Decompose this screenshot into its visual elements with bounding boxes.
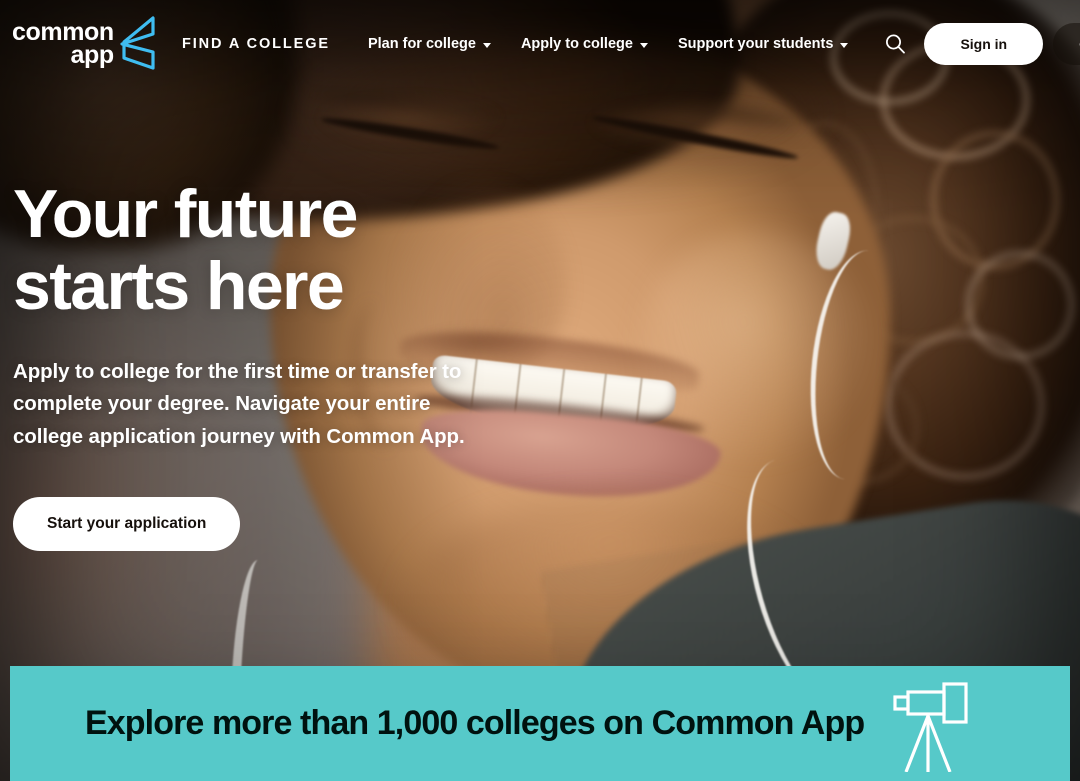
common-app-logo[interactable]: common app: [8, 9, 160, 79]
start-your-application-button[interactable]: Start your application: [13, 496, 241, 551]
hero-headline-line2: starts here: [13, 248, 345, 325]
common-app-ribbon-mark-icon: [120, 16, 155, 70]
explore-colleges-band[interactable]: Explore more than 1,000 colleges on Comm…: [10, 666, 1070, 781]
hero-headline-line1: Your future: [13, 176, 358, 252]
nav-item-plan-for-college[interactable]: Plan for college: [368, 36, 491, 52]
logo-line-app: app: [70, 41, 115, 69]
logo-wordmark: common app: [8, 20, 115, 69]
telescope-icon: [893, 681, 968, 772]
search-icon: [886, 34, 906, 54]
nav-links-group: FIND A COLLEGE Plan for college Apply to…: [182, 29, 924, 59]
top-navigation-bar: common app FIND A COLLEGE Plan for colle…: [0, 0, 1080, 88]
chevron-down-icon: [482, 42, 491, 48]
nav-item-label: Apply to college: [520, 36, 633, 52]
hero-subtitle: Apply to college for the first time or t…: [13, 360, 465, 448]
nav-find-a-college[interactable]: FIND A COLLEGE: [182, 36, 330, 52]
nav-item-label: Plan for college: [367, 36, 476, 52]
create-an-account-button[interactable]: Create an account: [1053, 23, 1080, 65]
common-app-homepage: common app FIND A COLLEGE Plan for colle…: [0, 0, 1080, 781]
nav-item-apply-to-college[interactable]: Apply to college: [521, 36, 648, 52]
sign-in-button[interactable]: Sign in: [924, 23, 1044, 65]
hero-headline: Your future starts here: [13, 178, 533, 322]
nav-actions-group: Sign in Create an account: [924, 23, 1080, 65]
search-button[interactable]: [880, 29, 910, 59]
chevron-down-icon: [639, 42, 648, 48]
explore-colleges-text: Explore more than 1,000 colleges on Comm…: [85, 704, 865, 742]
nav-item-label: Support your students: [677, 36, 834, 52]
hero-content: Your future starts here Apply to college…: [13, 178, 533, 551]
nav-item-support-your-students[interactable]: Support your students: [677, 36, 849, 52]
chevron-down-icon: [840, 42, 849, 48]
